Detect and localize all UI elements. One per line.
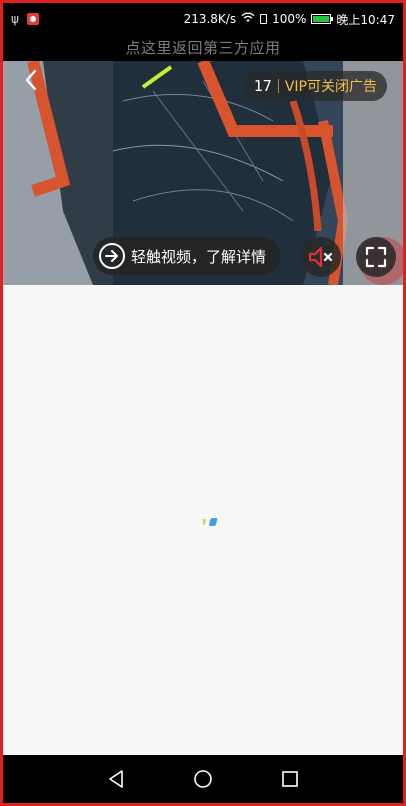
learn-more-button[interactable]: 轻触视频，了解详情 [93, 237, 281, 275]
fullscreen-button[interactable] [356, 237, 396, 277]
nav-recents-button[interactable] [277, 766, 303, 792]
clock: 晚上10:47 [336, 12, 395, 27]
usb-icon: ψ [11, 12, 19, 26]
vip-close-ad-link[interactable]: VIP可关闭广告 [285, 76, 377, 96]
sim-icon [260, 14, 268, 24]
nav-home-button[interactable] [190, 766, 216, 792]
return-to-app-bar[interactable]: 点这里返回第三方应用 [3, 35, 403, 61]
battery-percent: 100% [272, 12, 307, 26]
app-notification-icon [26, 13, 39, 25]
speaker-muted-icon [308, 246, 333, 268]
loading-spinner-icon [203, 518, 218, 526]
status-right: 213.8K/s 100% 晚上10:47 [184, 11, 395, 28]
recents-square-icon [281, 771, 298, 787]
learn-more-label: 轻触视频，了解详情 [131, 247, 267, 266]
arrow-right-icon [99, 243, 125, 269]
home-circle-icon [194, 770, 212, 788]
screen-frame: ψ 213.8K/s 100% 晚上10:47 点这里返回第三方应用 17 VI… [0, 0, 406, 806]
status-left-icons: ψ [11, 12, 39, 26]
wifi-icon [241, 12, 255, 26]
content-area [3, 285, 403, 761]
navigation-bar [3, 755, 403, 803]
return-to-app-label: 点这里返回第三方应用 [125, 39, 281, 57]
video-ad-player[interactable]: 17 VIP可关闭广告 轻触视频，了解详情 [3, 61, 403, 285]
ad-divider [277, 79, 279, 93]
back-button[interactable] [17, 69, 45, 97]
mute-button[interactable] [301, 237, 341, 277]
fullscreen-icon [365, 246, 387, 268]
ad-countdown-pill[interactable]: 17 VIP可关闭广告 [243, 71, 387, 101]
network-speed: 213.8K/s [183, 12, 237, 26]
status-bar: ψ 213.8K/s 100% 晚上10:47 [3, 3, 403, 35]
nav-back-button[interactable] [103, 766, 129, 792]
back-triangle-icon [109, 770, 124, 788]
ad-countdown: 17 [253, 77, 272, 95]
battery-icon [311, 14, 334, 24]
chevron-left-icon [25, 69, 37, 91]
